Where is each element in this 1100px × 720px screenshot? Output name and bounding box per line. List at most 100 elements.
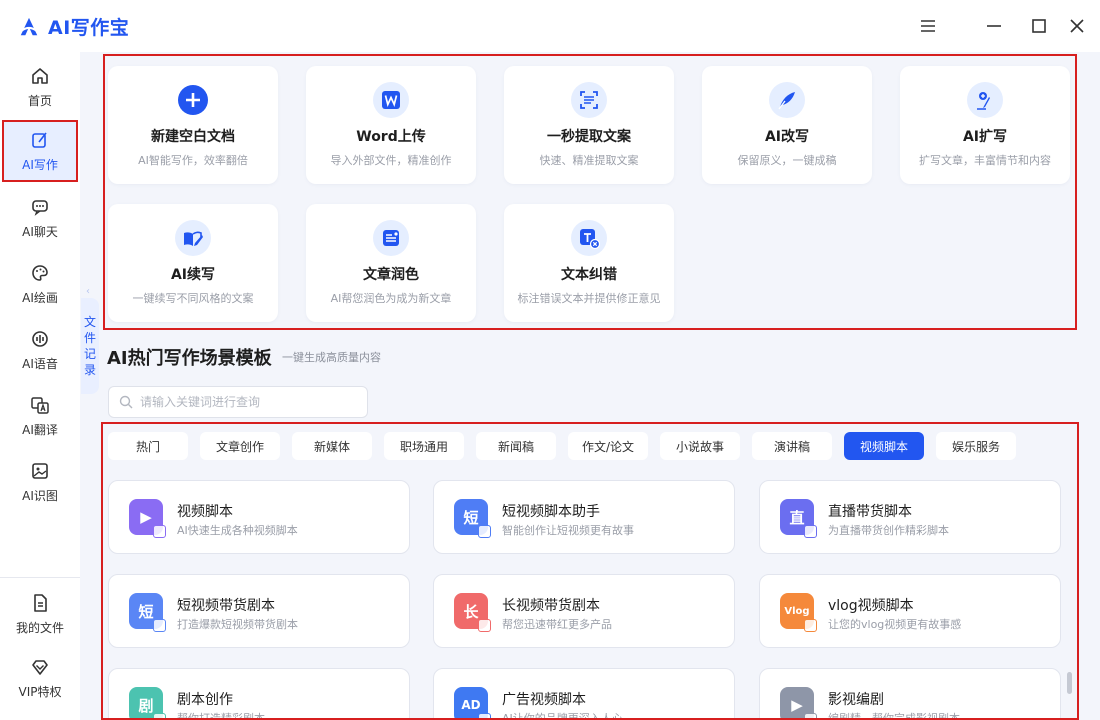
sidebar-item-my-files[interactable]: 我的文件 <box>0 584 80 644</box>
template-icon-glyph: 直 <box>789 508 805 527</box>
video-script-icon: ▶ <box>129 499 166 538</box>
sidebar-item-ai-draw[interactable]: AI绘画 <box>0 254 80 314</box>
tool-card-polish[interactable]: 文章润色 AI帮您润色为成为新文章 <box>306 204 476 322</box>
ad-video-icon: AD <box>454 687 491 720</box>
category-tab-essay[interactable]: 作文/论文 <box>568 432 648 460</box>
category-tab-speech[interactable]: 演讲稿 <box>752 432 832 460</box>
file-record-char: 记 <box>83 347 96 361</box>
template-icon-glyph: ▶ <box>791 696 803 714</box>
tool-title: Word上传 <box>356 129 426 145</box>
tool-desc: 一键续写不同风格的文案 <box>132 292 254 305</box>
category-tab-workplace[interactable]: 职场通用 <box>384 432 464 460</box>
scrollbar-thumb[interactable] <box>1067 672 1072 694</box>
tool-desc: 扩写文章，丰富情节和内容 <box>919 154 1051 167</box>
short-video-icon: 短 <box>454 499 491 538</box>
tool-desc: 标注错误文本并提供修正意见 <box>517 292 661 305</box>
tool-card-ai-expand[interactable]: AI扩写 扩写文章，丰富情节和内容 <box>900 66 1070 184</box>
tool-desc: 快速、精准提取文案 <box>539 154 639 167</box>
menu-button[interactable] <box>916 14 940 38</box>
sidebar-item-label: AI聊天 <box>22 224 58 239</box>
tool-title: 新建空白文档 <box>151 129 235 145</box>
minimize-button[interactable] <box>982 14 1006 38</box>
sidebar-item-label: AI翻译 <box>22 422 58 437</box>
sidebar-item-ai-voice[interactable]: AI语音 <box>0 320 80 380</box>
sidebar-item-label: VIP特权 <box>18 684 62 699</box>
template-desc: AI让你的品牌更深入人心 <box>502 712 623 720</box>
template-title: 影视编剧 <box>828 692 884 708</box>
plus-icon <box>175 82 211 118</box>
template-desc: 帮你打造精彩剧本 <box>177 712 265 720</box>
template-icon-glyph: 长 <box>463 602 479 621</box>
template-card-livestream-script[interactable]: 直 直播带货脚本 为直播带货创作精彩脚本 <box>759 480 1061 554</box>
logo-mark-icon <box>20 17 38 35</box>
template-title: 广告视频脚本 <box>502 692 586 708</box>
template-icon-glyph: 短 <box>138 602 154 621</box>
sidebar-item-home[interactable]: 首页 <box>0 57 80 117</box>
template-card-short-video-sales[interactable]: 短 短视频带货剧本 打造爆款短视频带货剧本 <box>108 574 410 648</box>
long-video-sales-icon: 长 <box>454 593 491 632</box>
file-record-char: 件 <box>83 331 96 345</box>
category-tab-video-script[interactable]: 视频脚本 <box>844 432 924 460</box>
category-tab-hot[interactable]: 热门 <box>108 432 188 460</box>
tool-card-text-correct[interactable]: 文本纠错 标注错误文本并提供修正意见 <box>504 204 674 322</box>
tool-title: AI改写 <box>764 129 810 145</box>
sidebar-item-label: AI绘画 <box>22 290 58 305</box>
template-desc: AI快速生成各种视频脚本 <box>177 524 298 537</box>
tool-card-ai-rewrite[interactable]: AI改写 保留原义，一键成稿 <box>702 66 872 184</box>
short-video-sales-icon: 短 <box>129 593 166 632</box>
sidebar-item-ai-chat[interactable]: AI聊天 <box>0 188 80 248</box>
template-desc: 编剧精，帮你完成影视剧本 <box>828 712 960 720</box>
sidebar-item-ai-translate[interactable]: AI翻译 <box>0 386 80 446</box>
file-icon <box>34 593 47 612</box>
search-input[interactable] <box>140 395 360 409</box>
script-icon: 剧 <box>129 687 166 720</box>
template-desc: 为直播带货创作精彩脚本 <box>828 524 949 537</box>
sidebar-item-ai-image[interactable]: AI识图 <box>0 452 80 512</box>
sidebar-item-ai-write[interactable]: AI写作 <box>2 120 78 182</box>
template-card-vlog-script[interactable]: Vlog vlog视频脚本 让您的vlog视频更有故事感 <box>759 574 1061 648</box>
search-icon <box>119 395 133 409</box>
tool-title: 一秒提取文案 <box>547 129 631 145</box>
tool-card-ai-continue[interactable]: AI续写 一键续写不同风格的文案 <box>108 204 278 322</box>
category-tab-new-media[interactable]: 新媒体 <box>292 432 372 460</box>
tool-card-word-upload[interactable]: Word上传 导入外部文件，精准创作 <box>306 66 476 184</box>
tool-title: 文本纠错 <box>561 267 617 283</box>
tool-desc: 导入外部文件，精准创作 <box>330 154 452 167</box>
category-tab-novel[interactable]: 小说故事 <box>660 432 740 460</box>
extract-icon <box>571 82 607 118</box>
template-card-video-script[interactable]: ▶ 视频脚本 AI快速生成各种视频脚本 <box>108 480 410 554</box>
template-title: 直播带货脚本 <box>828 504 912 520</box>
template-card-long-video-sales[interactable]: 长 长视频带货剧本 帮您迅速带红更多产品 <box>433 574 735 648</box>
app-logo: AI写作宝 <box>18 13 129 40</box>
sidebar-item-vip[interactable]: VIP特权 <box>0 648 80 708</box>
category-tab-entertainment[interactable]: 娱乐服务 <box>936 432 1016 460</box>
app-title: AI写作宝 <box>48 17 130 39</box>
sidebar-item-label: AI语音 <box>22 356 58 371</box>
vip-diamond-icon <box>32 659 48 675</box>
template-desc: 帮您迅速带红更多产品 <box>502 618 612 631</box>
template-card-script-writing[interactable]: 剧 剧本创作 帮你打造精彩剧本 <box>108 668 410 720</box>
palette-icon <box>32 264 48 281</box>
file-record-tab[interactable]: ‹ 文 件 记 录 <box>81 286 99 394</box>
category-tab-article[interactable]: 文章创作 <box>200 432 280 460</box>
tool-desc: 保留原义，一键成稿 <box>737 154 837 167</box>
template-card-ad-video-script[interactable]: AD 广告视频脚本 AI让你的品牌更深入人心 <box>433 668 735 720</box>
correct-icon <box>571 220 607 256</box>
template-icon-glyph: ▶ <box>140 508 152 526</box>
template-title: 短视频脚本助手 <box>502 504 600 520</box>
close-button[interactable] <box>1065 14 1089 38</box>
template-icon-glyph: AD <box>461 698 481 712</box>
template-card-film-screenwriting[interactable]: ▶ 影视编剧 编剧精，帮你完成影视剧本 <box>759 668 1061 720</box>
template-title: 剧本创作 <box>177 692 233 708</box>
template-card-short-video-assistant[interactable]: 短 短视频脚本助手 智能创作让短视频更有故事 <box>433 480 735 554</box>
tool-card-extract-copy[interactable]: 一秒提取文案 快速、精准提取文案 <box>504 66 674 184</box>
category-tab-press[interactable]: 新闻稿 <box>476 432 556 460</box>
vlog-icon: Vlog <box>780 593 817 632</box>
voice-icon <box>32 330 48 347</box>
minimize-icon <box>987 25 1001 27</box>
translate-icon <box>31 396 49 414</box>
menu-icon <box>921 20 935 32</box>
maximize-button[interactable] <box>1027 14 1051 38</box>
tool-card-new-blank-doc[interactable]: 新建空白文档 AI智能写作，效率翻倍 <box>108 66 278 184</box>
tool-desc: AI帮您润色为成为新文章 <box>330 292 452 305</box>
